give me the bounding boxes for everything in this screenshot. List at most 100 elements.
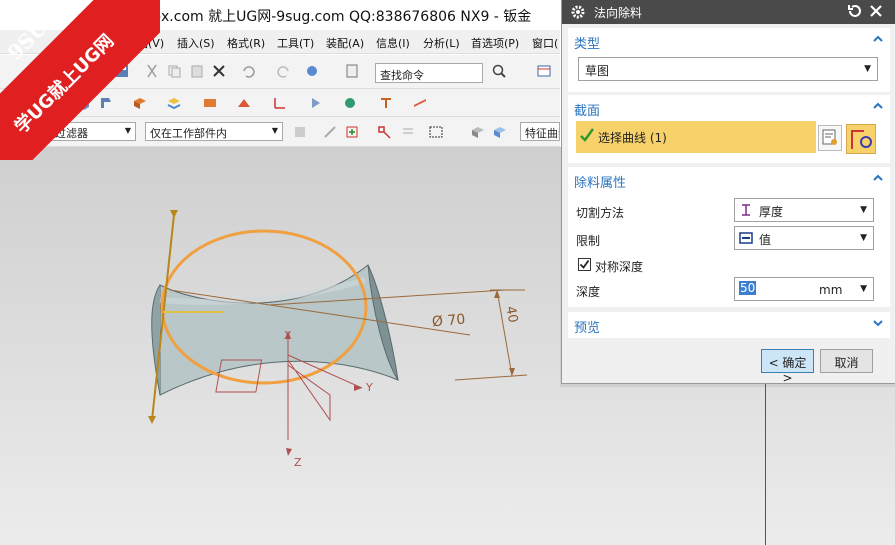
sketch-icon bbox=[822, 129, 837, 145]
preview-section: 预览 bbox=[568, 312, 890, 338]
type-filter-combo[interactable]: 选择过滤器 ▼ bbox=[28, 122, 136, 141]
select-curve-row[interactable]: 选择曲线 (1) bbox=[576, 121, 816, 153]
gear-icon[interactable] bbox=[570, 4, 586, 20]
command-search-input[interactable]: 查找命令 bbox=[375, 63, 483, 83]
command-finder-icon[interactable] bbox=[304, 63, 320, 79]
menu-info[interactable]: 信息(I) bbox=[376, 35, 410, 51]
chevron-down-icon: ▼ bbox=[864, 64, 871, 74]
cut-method-label: 切割方法 bbox=[576, 206, 625, 220]
paste-icon[interactable] bbox=[189, 63, 205, 79]
type-section-header[interactable]: 类型 bbox=[568, 28, 890, 52]
chevron-down-icon: ▼ bbox=[860, 233, 867, 243]
depth-input[interactable]: 50 mm ▼ bbox=[734, 277, 874, 301]
general-select-icon[interactable] bbox=[292, 124, 308, 140]
menu-view[interactable]: 视图(V) bbox=[126, 35, 164, 51]
deselect-icon[interactable] bbox=[400, 124, 416, 140]
bend-icon[interactable] bbox=[202, 95, 218, 111]
select-all-icon[interactable] bbox=[344, 124, 360, 140]
sketch-section-button[interactable] bbox=[818, 125, 842, 151]
cut-properties-section: 除料属性 切割方法 厚度 ▼ 限制 值 ▼ 对称深度 深度 50 mm ▼ bbox=[568, 167, 890, 307]
feature-curve-combo[interactable]: 特征曲线 bbox=[520, 122, 560, 141]
window-title: gzipx.com 就上UG网-9sug.com QQ:838676806 NX… bbox=[132, 9, 532, 25]
menu-tools[interactable]: 工具(T) bbox=[277, 35, 314, 51]
chevron-down-icon: ▼ bbox=[860, 205, 867, 215]
dimension-diameter-label[interactable]: Ø 70 bbox=[431, 312, 466, 331]
limit-value: 值 bbox=[759, 233, 772, 247]
type-select-value: 草图 bbox=[585, 64, 610, 78]
selection-scope-combo[interactable]: 仅在工作部件内 ▼ bbox=[145, 122, 283, 141]
csys-icon[interactable] bbox=[378, 95, 394, 111]
feature-toolbar bbox=[0, 89, 560, 117]
close-icon[interactable] bbox=[867, 2, 885, 20]
delete-icon[interactable] bbox=[211, 63, 227, 79]
section-section-title: 截面 bbox=[574, 104, 601, 119]
menu-window[interactable]: 窗口( bbox=[532, 35, 558, 51]
open-folder-icon[interactable] bbox=[92, 63, 108, 79]
limit-select[interactable]: 值 ▼ bbox=[734, 226, 874, 250]
cut-icon[interactable] bbox=[144, 63, 160, 79]
chevron-up-icon[interactable] bbox=[872, 33, 884, 45]
curve-section-button[interactable] bbox=[846, 124, 876, 154]
symmetric-depth-checkbox[interactable] bbox=[578, 258, 591, 271]
solid-body-icon[interactable] bbox=[470, 124, 486, 140]
menu-format[interactable]: 格式(R) bbox=[227, 35, 265, 51]
window-layout-icon[interactable] bbox=[536, 63, 552, 79]
chevron-up-icon[interactable] bbox=[872, 100, 884, 112]
cut-properties-header[interactable]: 除料属性 bbox=[568, 167, 890, 191]
symmetric-depth-label: 对称深度 bbox=[595, 260, 644, 274]
axis-y-label: Y bbox=[366, 381, 373, 394]
save-icon[interactable] bbox=[114, 63, 130, 79]
copy-icon[interactable] bbox=[166, 63, 182, 79]
touch-mode-icon[interactable] bbox=[344, 63, 360, 79]
menubar: 视图(V) 插入(S) 格式(R) 工具(T) 装配(A) 信息(I) 分析(L… bbox=[0, 30, 560, 54]
type-section: 类型 草图 ▼ bbox=[568, 28, 890, 92]
axis-z-label: Z bbox=[294, 456, 302, 469]
standard-toolbar: 查找命令 bbox=[0, 55, 560, 89]
chevron-up-icon[interactable] bbox=[872, 172, 884, 184]
normal-cutout-dialog: 法向除料 类型 草图 ▼ 截面 选择曲线 (1) 除料属性 切割方法 厚度 ▼ … bbox=[561, 0, 895, 385]
undo-icon[interactable] bbox=[240, 63, 256, 79]
flatten-icon[interactable] bbox=[308, 95, 324, 111]
preview-title: 预览 bbox=[574, 321, 601, 336]
preview-header[interactable]: 预览 bbox=[568, 312, 890, 336]
unbend-icon[interactable] bbox=[236, 95, 252, 111]
snap-point-icon[interactable] bbox=[322, 124, 338, 140]
menu-analysis[interactable]: 分析(L) bbox=[423, 35, 460, 51]
checkmark-icon bbox=[579, 259, 590, 269]
section-section: 截面 选择曲线 (1) bbox=[568, 95, 890, 163]
type-section-title: 类型 bbox=[574, 37, 601, 52]
layer-icon[interactable] bbox=[166, 95, 182, 111]
depth-value[interactable]: 50 bbox=[739, 281, 757, 295]
sheet-body-icon[interactable] bbox=[132, 95, 148, 111]
chevron-down-icon[interactable]: ▼ bbox=[860, 284, 867, 294]
thickness-icon bbox=[742, 204, 750, 216]
menu-insert[interactable]: 插入(S) bbox=[177, 35, 215, 51]
shaded-body-icon[interactable] bbox=[492, 124, 508, 140]
redo-icon[interactable] bbox=[276, 63, 292, 79]
ok-button[interactable]: < 确定 > bbox=[761, 349, 814, 385]
cut-method-select[interactable]: 厚度 ▼ bbox=[734, 198, 874, 222]
datum-plane-icon[interactable] bbox=[412, 95, 428, 111]
measure-icon[interactable] bbox=[272, 95, 288, 111]
dialog-title: 法向除料 bbox=[594, 6, 643, 20]
cut-properties-title: 除料属性 bbox=[574, 176, 627, 191]
menu-assembly[interactable]: 装配(A) bbox=[326, 35, 364, 51]
select-curve-label: 选择曲线 (1) bbox=[598, 131, 667, 145]
selection-toolbar: 选择过滤器 ▼ 仅在工作部件内 ▼ 特征曲线 bbox=[0, 117, 560, 147]
cancel-button[interactable]: 取消 bbox=[820, 349, 873, 373]
value-icon bbox=[739, 232, 753, 244]
block-icon[interactable] bbox=[76, 95, 92, 111]
pick-icon[interactable] bbox=[376, 124, 392, 140]
dimension-depth-label[interactable]: 40 bbox=[502, 305, 520, 324]
dialog-titlebar[interactable]: 法向除料 bbox=[562, 0, 895, 24]
type-select[interactable]: 草图 ▼ bbox=[578, 57, 878, 81]
search-icon[interactable] bbox=[491, 63, 507, 79]
point-icon[interactable] bbox=[342, 95, 358, 111]
reset-icon[interactable] bbox=[846, 2, 864, 20]
section-section-header[interactable]: 截面 bbox=[568, 95, 890, 119]
chevron-down-icon[interactable] bbox=[872, 317, 884, 329]
cut-method-value: 厚度 bbox=[759, 205, 784, 219]
rectangle-select-icon[interactable] bbox=[428, 124, 444, 140]
flange-icon[interactable] bbox=[98, 95, 114, 111]
menu-preferences[interactable]: 首选项(P) bbox=[471, 35, 519, 51]
